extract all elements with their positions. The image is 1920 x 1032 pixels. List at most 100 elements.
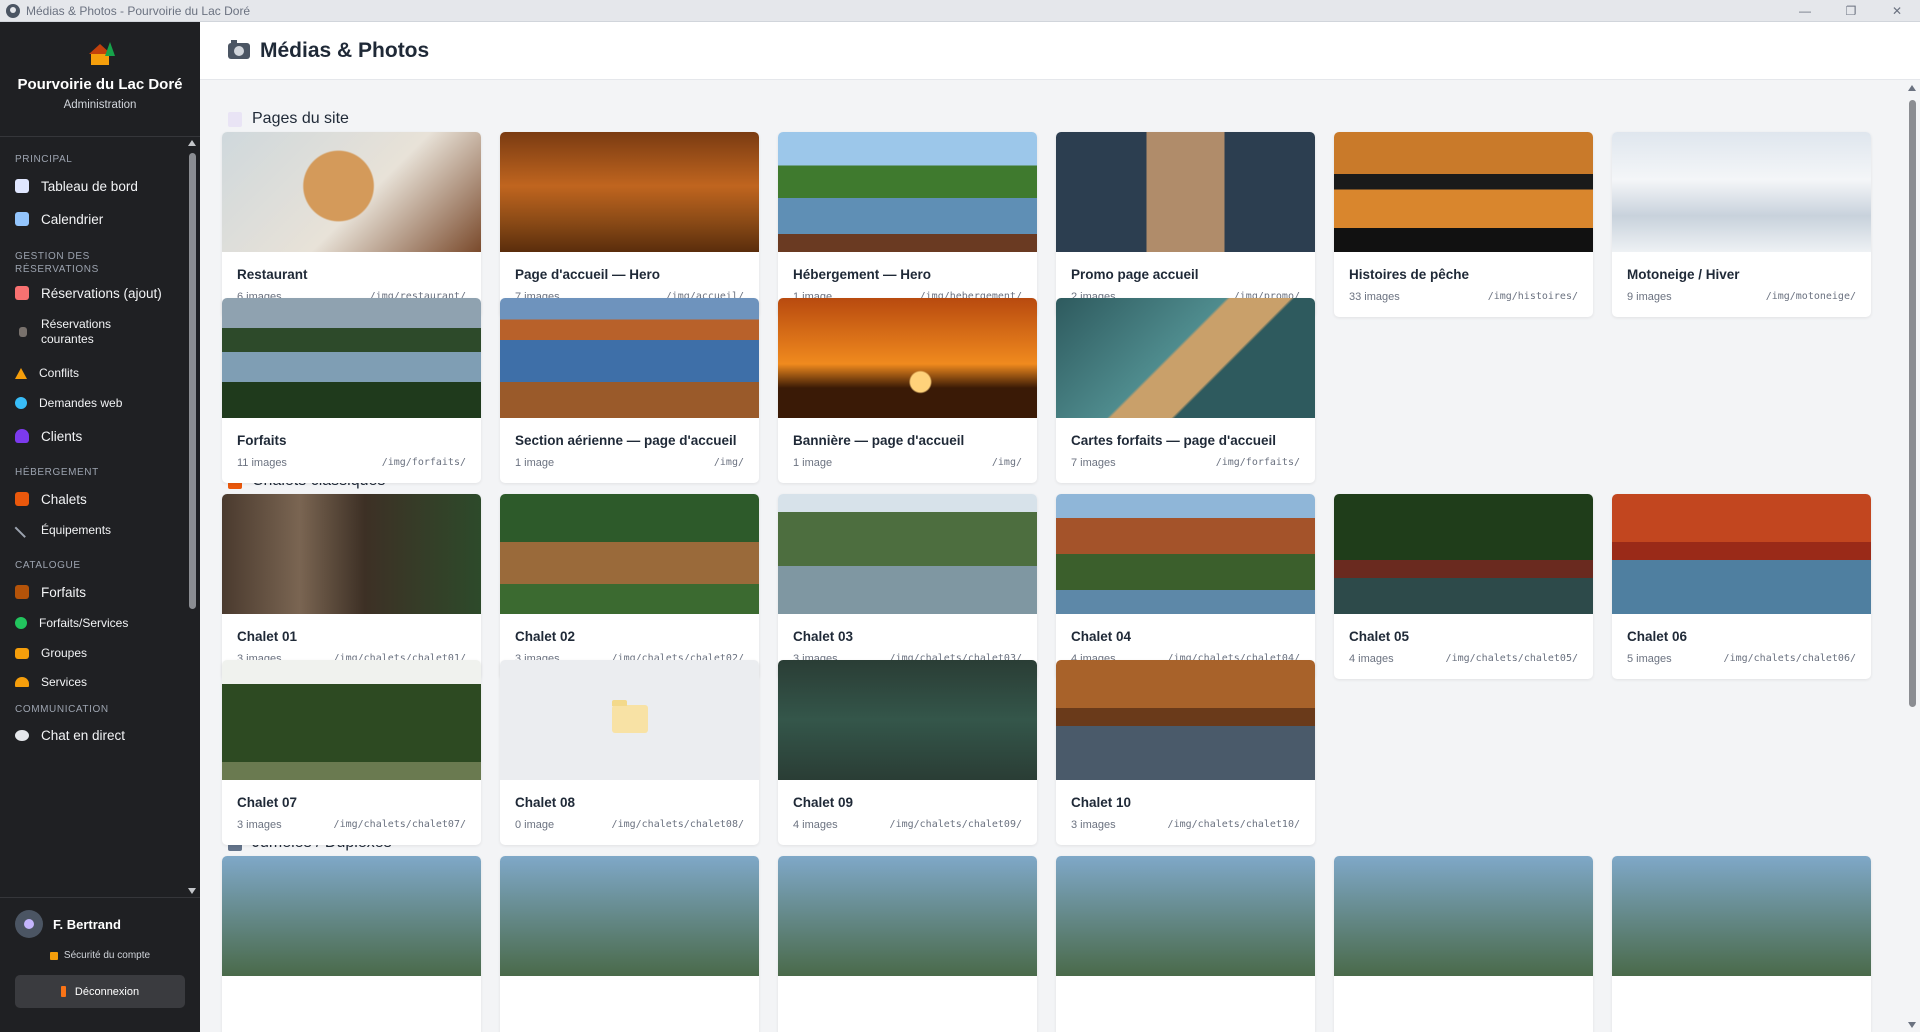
folder-thumbnail [500,298,759,418]
folder-thumbnail [1612,494,1871,614]
sidebar-item-forfaits[interactable]: Forfaits [0,583,101,601]
sidebar-item-services[interactable]: Services [0,673,102,691]
media-folder-card[interactable]: Chalet 07 3 images/img/chalets/chalet07/ [222,660,481,845]
folder-thumbnail [222,660,481,780]
window-titlebar: Médias & Photos - Pourvoirie du Lac Doré… [0,0,1920,22]
sidebar-item-label: Réservations courantes [41,317,112,346]
sidebar-nav: PRINCIPAL Tableau de bord Calendrier GES… [0,137,184,897]
folder-path: /img/forfaits/ [381,457,466,468]
sidebar-item-chalets[interactable]: Chalets [0,490,102,508]
media-folder-card[interactable]: Hébergement — Hero 1 image/img/hebergemen… [778,132,1037,317]
media-folder-card[interactable] [1612,856,1871,1032]
sidebar-item-reservations-add[interactable]: Réservations (ajout) [0,284,177,302]
sidebar-item-conflicts[interactable]: Conflits [0,365,94,381]
media-folder-card[interactable]: Bannière — page d'accueil 1 image/img/ [778,298,1037,483]
sidebar-item-label: Forfaits [41,584,87,600]
app-icon [6,3,20,18]
folder-name: Chalet 09 [793,795,854,810]
media-folder-card[interactable]: Motoneige / Hiver 9 images/img/motoneige/ [1612,132,1871,317]
media-folder-card[interactable]: Chalet 10 3 images/img/chalets/chalet10/ [1056,660,1315,845]
scroll-down-arrow-icon[interactable] [1908,1022,1916,1028]
media-folder-card[interactable]: Page d'accueil — Hero 7 images/img/accuei… [500,132,759,317]
sidebar-item-dashboard[interactable]: Tableau de bord [0,177,153,195]
folder-icon [15,647,29,659]
image-count: 5 images [1627,653,1672,665]
folder-path: /img/chalets/chalet07/ [333,819,466,830]
folder-thumbnail [1334,856,1593,976]
scroll-up-arrow-icon[interactable] [188,140,196,146]
maximize-button[interactable]: ❐ [1828,0,1874,22]
sidebar-item-calendar[interactable]: Calendrier [0,210,118,228]
folder-name: Hébergement — Hero [793,267,932,282]
sidebar-item-web-requests[interactable]: Demandes web [0,395,137,411]
main-scrollbar[interactable] [1905,80,1920,1032]
folder-name: Chalet 06 [1627,629,1688,644]
folder-thumbnail [222,298,481,418]
image-count: 7 images [1071,457,1116,469]
reservation-add-icon [15,286,29,300]
media-folder-card[interactable]: Chalet 06 5 images/img/chalets/chalet06/ [1612,494,1871,679]
media-folder-card[interactable]: Chalet 08 0 image/img/chalets/chalet08/ [500,660,759,845]
media-folder-card[interactable]: Chalet 04 4 images/img/chalets/chalet04/ [1056,494,1315,679]
folder-thumbnail [500,660,759,780]
folder-thumbnail [1612,856,1871,976]
media-folder-card[interactable]: Restaurant 6 images/img/restaurant/ [222,132,481,317]
folder-path: /img/forfaits/ [1215,457,1300,468]
users-icon [15,429,29,443]
media-folder-card[interactable] [222,856,481,1032]
sidebar-item-label: Forfaits/Services [39,616,129,630]
media-folder-card[interactable]: Forfaits 11 images/img/forfaits/ [222,298,481,483]
media-folder-card[interactable] [500,856,759,1032]
media-folder-card[interactable] [1056,856,1315,1032]
sidebar-scroll-thumb[interactable] [189,153,196,609]
page-header: Médias & Photos [200,22,1920,80]
package-icon [15,585,29,599]
main-scroll-thumb[interactable] [1909,100,1916,707]
folder-thumbnail [500,494,759,614]
folder-thumbnail [500,856,759,976]
image-count: 33 images [1349,291,1400,303]
logout-button[interactable]: Déconnexion [15,975,185,1008]
media-folder-card[interactable]: Chalet 05 4 images/img/chalets/chalet05/ [1334,494,1593,679]
folder-path: /img/chalets/chalet10/ [1167,819,1300,830]
media-folder-card[interactable]: Chalet 01 3 images/img/chalets/chalet01/ [222,494,481,679]
user-name: F. Bertrand [53,916,121,932]
account-security-link[interactable]: Sécurité du compte [0,950,200,961]
image-count: 3 images [1071,819,1116,831]
media-folder-card[interactable]: Histoires de pêche 33 images/img/histoire… [1334,132,1593,317]
folder-path: /img/chalets/chalet05/ [1445,653,1578,664]
house-icon [15,492,29,506]
page-title: Médias & Photos [260,38,430,62]
leaf-icon [15,617,27,629]
media-folder-card[interactable] [778,856,1037,1032]
media-folder-card[interactable]: Section aérienne — page d'accueil 1 image… [500,298,759,483]
folder-path: /img/chalets/chalet09/ [889,819,1022,830]
image-count: 4 images [1349,653,1394,665]
sidebar-item-forfaits-services[interactable]: Forfaits/Services [0,614,143,632]
globe-icon [15,397,27,409]
brand-subtitle: Administration [63,99,137,111]
sidebar-item-chat[interactable]: Chat en direct [0,726,140,744]
sidebar-scrollbar[interactable] [186,137,198,897]
media-folder-card[interactable]: Chalet 02 3 images/img/chalets/chalet02/ [500,494,759,679]
scroll-up-arrow-icon[interactable] [1908,85,1916,91]
folder-thumbnail [778,298,1037,418]
door-icon [60,986,66,997]
sidebar-item-clients[interactable]: Clients [0,427,97,445]
sidebar-item-equipements[interactable]: Équipements [0,521,126,539]
media-folder-card[interactable]: Cartes forfaits — page d'accueil 7 images… [1056,298,1315,483]
media-folder-card[interactable]: Promo page accueil 2 images/img/promo/ [1056,132,1315,317]
scroll-down-arrow-icon[interactable] [188,888,196,894]
sidebar-item-groupes[interactable]: Groupes [0,644,102,662]
media-folder-card[interactable]: Chalet 03 3 images/img/chalets/chalet03/ [778,494,1037,679]
folder-name: Histoires de pêche [1349,267,1470,282]
image-count: 11 images [237,457,287,469]
media-folder-card[interactable] [1334,856,1593,1032]
sidebar-item-reservations-current[interactable]: Réservations courantes [0,315,126,349]
logout-label: Déconnexion [74,985,140,998]
close-button[interactable]: ✕ [1874,0,1920,22]
folder-thumbnail [222,856,481,976]
minimize-button[interactable]: — [1782,0,1828,22]
media-folder-card[interactable]: Chalet 09 4 images/img/chalets/chalet09/ [778,660,1037,845]
user-panel: F. Bertrand Sécurité du compte Déconnexi… [0,897,200,1032]
